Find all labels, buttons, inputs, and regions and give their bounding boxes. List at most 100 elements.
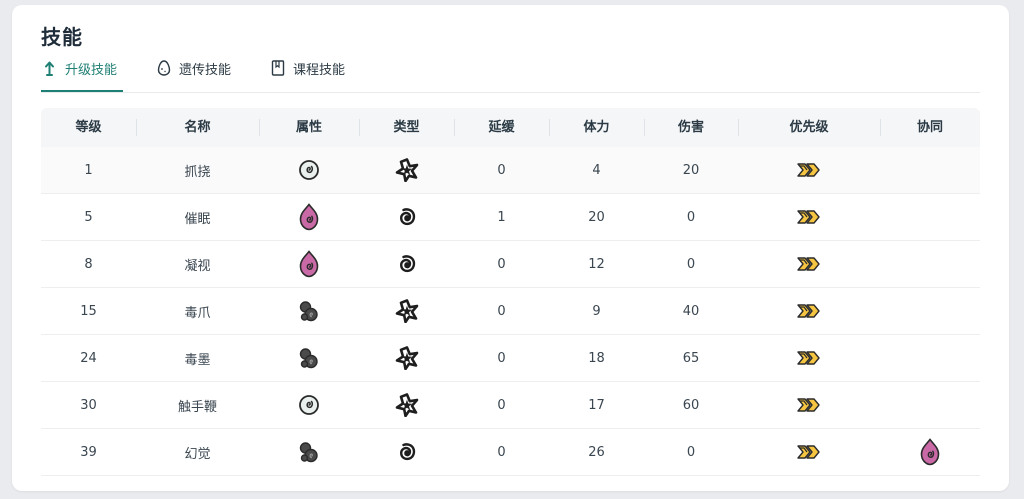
cell-attribute — [259, 147, 359, 193]
column-header-attribute[interactable]: 属性 — [259, 108, 359, 147]
cell-delay: 0 — [497, 256, 506, 272]
psychic-flame-icon[interactable] — [298, 250, 320, 278]
cell-attribute — [259, 335, 359, 381]
physical-star-icon[interactable] — [395, 346, 419, 370]
tab-label: 遗传技能 — [179, 63, 232, 78]
cell-type — [359, 335, 454, 381]
cell-delay: 0 — [497, 350, 506, 366]
priority-chevrons-icon[interactable] — [796, 256, 822, 272]
column-header-damage[interactable]: 伤害 — [644, 108, 738, 147]
cell-stamina: 4 — [592, 162, 601, 178]
cell-priority — [738, 429, 880, 475]
cell-damage: 0 — [686, 209, 696, 225]
tab-label: 升级技能 — [65, 63, 118, 78]
cell-synergy — [880, 194, 980, 240]
column-header-type[interactable]: 类型 — [359, 108, 454, 147]
cell-stamina: 12 — [588, 256, 605, 272]
table-row[interactable]: 5 催眠 1 20 0 — [41, 194, 980, 241]
column-header-name[interactable]: 名称 — [136, 108, 259, 147]
cell-level: 15 — [80, 303, 97, 319]
tab-egg-skills[interactable]: 遗传技能 — [155, 55, 231, 91]
cell-damage: 0 — [686, 444, 696, 460]
column-header-priority[interactable]: 优先级 — [738, 108, 880, 147]
table-header: 等级 名称 属性 类型 延缓 体力 伤害 优先级 协同 — [41, 108, 980, 147]
normal-swirl-icon[interactable] — [298, 159, 320, 181]
column-header-level[interactable]: 等级 — [41, 108, 136, 147]
cell-damage: 40 — [682, 303, 700, 319]
cell-attribute — [259, 288, 359, 334]
psychic-flame-icon[interactable] — [919, 438, 941, 466]
cell-damage: 20 — [682, 162, 700, 178]
cell-skill-name: 触手鞭 — [177, 399, 217, 415]
table-row[interactable]: 30 触手鞭 0 17 60 — [41, 382, 980, 429]
cell-level: 24 — [80, 350, 97, 366]
cell-synergy — [880, 429, 980, 475]
cell-synergy — [880, 288, 980, 334]
cell-delay: 0 — [497, 444, 506, 460]
table-row[interactable]: 39 幻觉 0 26 0 — [41, 429, 980, 476]
psychic-flame-icon[interactable] — [298, 203, 320, 231]
cell-skill-name: 幻觉 — [184, 446, 211, 462]
tab-level-up-skills[interactable]: 升级技能 — [41, 55, 123, 92]
cell-priority — [738, 241, 880, 287]
table-row[interactable]: 15 毒爪 0 9 40 — [41, 288, 980, 335]
normal-swirl-icon[interactable] — [298, 394, 320, 416]
cell-level: 30 — [80, 397, 97, 413]
arrow-up-icon — [41, 59, 59, 77]
priority-chevrons-icon[interactable] — [796, 303, 822, 319]
book-icon — [269, 59, 287, 77]
priority-chevrons-icon[interactable] — [796, 350, 822, 366]
skills-table: 等级 名称 属性 类型 延缓 体力 伤害 优先级 协同 1 抓挠 0 4 20 5 催眠 1 2… — [41, 108, 980, 476]
status-spiral-icon[interactable] — [396, 441, 418, 463]
column-header-synergy[interactable]: 协同 — [880, 108, 980, 147]
cell-synergy — [880, 382, 980, 428]
cell-attribute — [259, 429, 359, 475]
poison-bubbles-icon[interactable] — [298, 346, 320, 370]
cell-synergy — [880, 241, 980, 287]
physical-star-icon[interactable] — [395, 299, 419, 323]
poison-bubbles-icon[interactable] — [298, 299, 320, 323]
physical-star-icon[interactable] — [395, 393, 419, 417]
poison-bubbles-icon[interactable] — [298, 440, 320, 464]
cell-type — [359, 241, 454, 287]
priority-chevrons-icon[interactable] — [796, 209, 822, 225]
cell-stamina: 26 — [588, 444, 605, 460]
tab-label: 课程技能 — [293, 63, 346, 78]
cell-skill-name: 催眠 — [184, 211, 211, 227]
cell-attribute — [259, 241, 359, 287]
status-spiral-icon[interactable] — [396, 206, 418, 228]
column-header-delay[interactable]: 延缓 — [454, 108, 549, 147]
cell-synergy — [880, 147, 980, 193]
cell-priority — [738, 335, 880, 381]
priority-chevrons-icon[interactable] — [796, 162, 822, 178]
cell-damage: 0 — [686, 256, 696, 272]
table-row[interactable]: 1 抓挠 0 4 20 — [41, 147, 980, 194]
priority-chevrons-icon[interactable] — [796, 444, 822, 460]
cell-type — [359, 429, 454, 475]
cell-priority — [738, 288, 880, 334]
status-spiral-icon[interactable] — [396, 253, 418, 275]
cell-type — [359, 382, 454, 428]
cell-stamina: 20 — [588, 209, 605, 225]
cell-skill-name: 凝视 — [184, 258, 211, 274]
cell-priority — [738, 382, 880, 428]
section-title: 技能 — [41, 25, 83, 49]
cell-delay: 0 — [497, 397, 506, 413]
cell-priority — [738, 147, 880, 193]
cell-damage: 65 — [682, 350, 700, 366]
egg-icon — [155, 59, 173, 77]
cell-level: 5 — [84, 209, 93, 225]
cell-stamina: 17 — [588, 397, 605, 413]
tab-course-skills[interactable]: 课程技能 — [269, 55, 345, 91]
cell-priority — [738, 194, 880, 240]
table-row[interactable]: 24 毒墨 0 18 65 — [41, 335, 980, 382]
cell-stamina: 9 — [592, 303, 601, 319]
cell-level: 8 — [84, 256, 93, 272]
column-header-stamina[interactable]: 体力 — [549, 108, 644, 147]
cell-attribute — [259, 194, 359, 240]
skills-card: 技能 升级技能 遗传技能 课程技能 等级 名称 属性 类型 延缓 体力 伤害 优… — [12, 5, 1009, 491]
cell-level: 39 — [80, 444, 97, 460]
table-row[interactable]: 8 凝视 0 12 0 — [41, 241, 980, 288]
physical-star-icon[interactable] — [395, 158, 419, 182]
priority-chevrons-icon[interactable] — [796, 397, 822, 413]
